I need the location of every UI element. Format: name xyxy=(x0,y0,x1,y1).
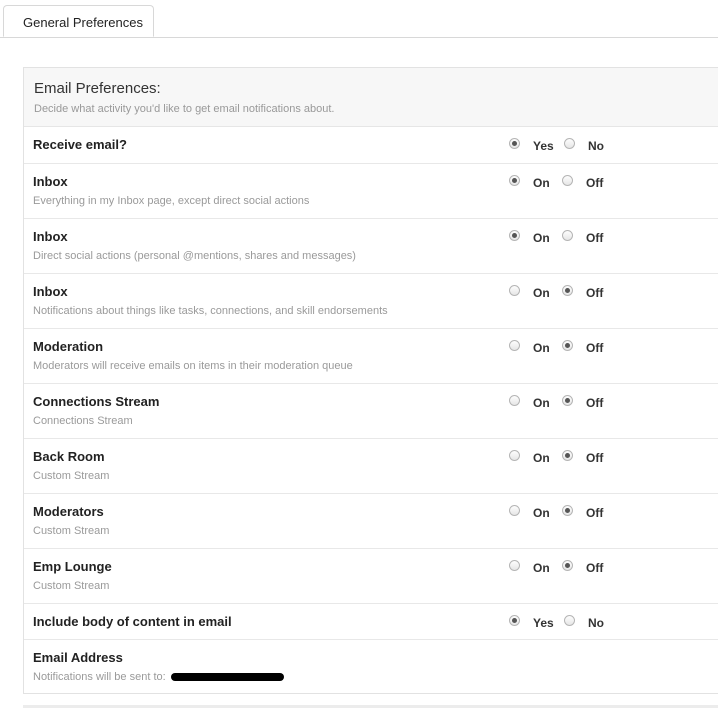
row-title: Moderators xyxy=(33,504,104,519)
option-label-on: On xyxy=(533,341,550,355)
radio-off[interactable] xyxy=(562,395,573,406)
radio-on[interactable] xyxy=(509,175,520,186)
radio-on[interactable] xyxy=(509,560,520,571)
option-label-off: Off xyxy=(586,506,604,520)
pref-row-email-address: Email Address Notifications will be sent… xyxy=(24,640,718,694)
option-label-off: Off xyxy=(586,231,604,245)
row-title: Include body of content in email xyxy=(33,614,232,629)
row-title: Inbox xyxy=(33,229,68,244)
row-description: Direct social actions (personal @mention… xyxy=(33,250,356,262)
pref-row-moderation: Moderation Moderators will receive email… xyxy=(24,329,718,384)
radio-no[interactable] xyxy=(564,138,575,149)
radio-off[interactable] xyxy=(562,285,573,296)
pref-row-inbox-notifications: Inbox Notifications about things like ta… xyxy=(24,274,718,329)
option-label-on: On xyxy=(533,286,550,300)
radio-off[interactable] xyxy=(562,450,573,461)
email-address-description: Notifications will be sent to: xyxy=(33,671,166,683)
option-label-on: On xyxy=(533,451,550,465)
option-label-on: On xyxy=(533,231,550,245)
radio-no[interactable] xyxy=(564,615,575,626)
option-label-off: Off xyxy=(586,286,604,300)
row-description: Moderators will receive emails on items … xyxy=(33,360,353,372)
option-label-off: Off xyxy=(586,451,604,465)
option-label-off: Off xyxy=(586,396,604,410)
option-label-on: On xyxy=(533,506,550,520)
row-title: Inbox xyxy=(33,284,68,299)
row-description: Notifications about things like tasks, c… xyxy=(33,305,388,317)
radio-off[interactable] xyxy=(562,230,573,241)
row-title: Connections Stream xyxy=(33,394,160,409)
pref-row-back-room: Back Room Custom Stream On Off xyxy=(24,439,718,494)
pref-row-inbox-direct-social: Inbox Direct social actions (personal @m… xyxy=(24,219,718,274)
radio-yes[interactable] xyxy=(509,138,520,149)
email-address-title: Email Address xyxy=(33,650,123,665)
tab-bar: General Preferences xyxy=(0,0,718,38)
option-label-on: On xyxy=(533,176,550,190)
option-label-no: No xyxy=(588,139,604,153)
radio-on[interactable] xyxy=(509,230,520,241)
row-description: Custom Stream xyxy=(33,525,110,537)
pref-row-inbox-everything: Inbox Everything in my Inbox page, excep… xyxy=(24,164,718,219)
email-preferences-panel: Email Preferences: Decide what activity … xyxy=(23,67,718,694)
pref-row-moderators: Moderators Custom Stream On Off xyxy=(24,494,718,549)
radio-on[interactable] xyxy=(509,340,520,351)
radio-on[interactable] xyxy=(509,505,520,516)
radio-yes[interactable] xyxy=(509,615,520,626)
row-description: Custom Stream xyxy=(33,580,110,592)
row-title: Moderation xyxy=(33,339,104,354)
panel-title: Email Preferences: xyxy=(34,80,161,97)
radio-on[interactable] xyxy=(509,395,520,406)
radio-off[interactable] xyxy=(562,560,573,571)
radio-off[interactable] xyxy=(562,340,573,351)
option-label-yes: Yes xyxy=(533,139,554,153)
row-description: Everything in my Inbox page, except dire… xyxy=(33,195,310,207)
tab-general-preferences[interactable]: General Preferences xyxy=(3,5,154,37)
option-label-on: On xyxy=(533,396,550,410)
radio-on[interactable] xyxy=(509,285,520,296)
option-label-on: On xyxy=(533,561,550,575)
pref-row-include-body: Include body of content in email Yes No xyxy=(24,604,718,640)
pref-row-connections-stream: Connections Stream Connections Stream On… xyxy=(24,384,718,439)
option-label-off: Off xyxy=(586,176,604,190)
panel-subtitle: Decide what activity you'd like to get e… xyxy=(34,103,335,115)
row-description: Custom Stream xyxy=(33,470,110,482)
option-label-off: Off xyxy=(586,341,604,355)
row-title: Inbox xyxy=(33,174,68,189)
option-label-yes: Yes xyxy=(533,616,554,630)
redacted-email xyxy=(171,673,284,681)
radio-off[interactable] xyxy=(562,175,573,186)
row-title: Back Room xyxy=(33,449,105,464)
option-label-off: Off xyxy=(586,561,604,575)
row-description: Connections Stream xyxy=(33,415,133,427)
row-title: Emp Lounge xyxy=(33,559,112,574)
radio-on[interactable] xyxy=(509,450,520,461)
option-label-no: No xyxy=(588,616,604,630)
pref-row-receive-email: Receive email? Yes No xyxy=(24,127,718,164)
pref-row-emp-lounge: Emp Lounge Custom Stream On Off xyxy=(24,549,718,604)
radio-off[interactable] xyxy=(562,505,573,516)
row-title: Receive email? xyxy=(33,137,127,152)
panel-header: Email Preferences: Decide what activity … xyxy=(24,68,718,127)
